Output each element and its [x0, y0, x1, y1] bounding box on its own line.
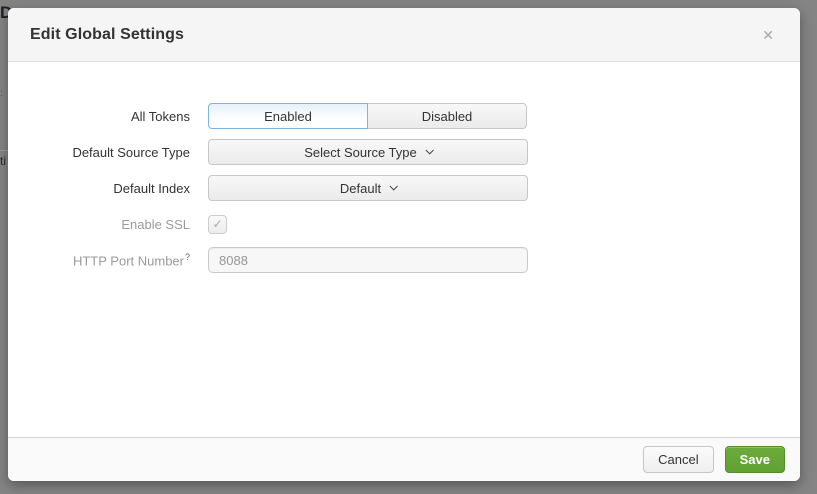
default-source-type-row: Default Source Type Select Source Type: [28, 139, 800, 165]
check-icon: ✓: [212, 217, 222, 231]
background-page-fragment: ti: [0, 154, 6, 168]
enable-ssl-row: Enable SSL ✓: [28, 211, 800, 237]
all-tokens-toggle: Enabled Disabled: [208, 103, 528, 129]
default-source-type-value: Select Source Type: [304, 145, 417, 160]
background-page-fragment: :: [0, 88, 4, 99]
chevron-down-icon: [425, 146, 433, 154]
close-icon[interactable]: ✕: [758, 24, 778, 46]
default-index-dropdown[interactable]: Default: [208, 175, 528, 201]
enable-ssl-checkbox: ✓: [208, 215, 227, 234]
default-source-type-label: Default Source Type: [28, 145, 190, 160]
edit-global-settings-modal: Edit Global Settings ✕ All Tokens Enable…: [8, 8, 800, 481]
default-index-label: Default Index: [28, 181, 190, 196]
modal-header: Edit Global Settings ✕: [8, 8, 800, 62]
enable-ssl-label: Enable SSL: [28, 217, 190, 232]
background-divider: [0, 150, 8, 151]
default-source-type-dropdown[interactable]: Select Source Type: [208, 139, 528, 165]
http-port-label: HTTP Port Number?: [28, 252, 190, 268]
all-tokens-enabled-button[interactable]: Enabled: [208, 103, 368, 129]
default-index-row: Default Index Default: [28, 175, 800, 201]
modal-body: All Tokens Enabled Disabled Default Sour…: [8, 62, 800, 437]
all-tokens-disabled-button[interactable]: Disabled: [367, 103, 527, 129]
chevron-down-icon: [390, 182, 398, 190]
http-port-row: HTTP Port Number?: [28, 247, 800, 273]
help-tooltip-icon[interactable]: ?: [185, 252, 190, 262]
cancel-button[interactable]: Cancel: [643, 446, 713, 473]
modal-title: Edit Global Settings: [30, 26, 184, 44]
modal-footer: Cancel Save: [8, 437, 800, 481]
save-button[interactable]: Save: [725, 446, 785, 473]
all-tokens-row: All Tokens Enabled Disabled: [28, 103, 800, 129]
all-tokens-label: All Tokens: [28, 109, 190, 124]
http-port-label-text: HTTP Port Number: [73, 253, 184, 268]
http-port-input: [208, 247, 528, 273]
default-index-value: Default: [340, 181, 381, 196]
